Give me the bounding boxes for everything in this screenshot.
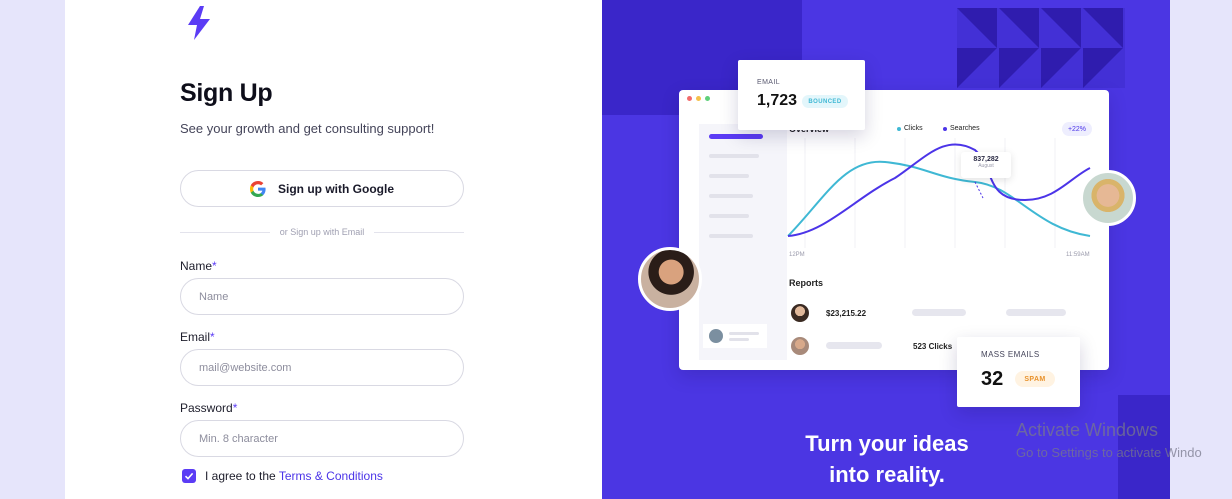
clicks-line (787, 160, 1091, 237)
mini-line (729, 337, 749, 341)
tooltip-month: August (978, 163, 994, 169)
email-label: Email* (180, 330, 215, 344)
promo-tagline: Turn your ideas into reality. (805, 431, 969, 487)
mass-email-card: MASS EMAILS 32 SPAM (957, 337, 1080, 407)
legend-clicks: Clicks (897, 125, 923, 132)
spam-badge: SPAM (1015, 371, 1055, 387)
bg-tile (652, 0, 802, 64)
name-label: Name* (180, 259, 217, 273)
reports-title: Reports (789, 278, 824, 288)
agree-text: I agree to the Terms & Conditions (205, 469, 383, 483)
window-dots (687, 96, 710, 101)
searches-line (787, 143, 1091, 237)
bolt-logo-icon (188, 6, 210, 40)
password-field[interactable] (180, 420, 464, 457)
page-subtitle: See your growth and get consulting suppo… (180, 121, 435, 136)
x-tick-end: 11:59AM (1066, 252, 1090, 258)
overview-chart (787, 138, 1091, 248)
report-amount: $23,215.22 (826, 309, 867, 318)
agree-checkbox[interactable] (182, 469, 196, 483)
report-clicks: 523 Clicks (913, 342, 953, 351)
watermark-subtitle: Go to Settings to activate Windo (1016, 445, 1202, 460)
sidebar-placeholder (709, 234, 753, 238)
divider-line (180, 231, 270, 233)
email-stat-label: EMAIL (757, 79, 781, 86)
bounced-badge: BOUNCED (802, 95, 848, 108)
dashboard-sidebar (699, 124, 787, 360)
man-avatar (1080, 170, 1136, 226)
divider-line (374, 231, 465, 233)
mini-user-card (703, 324, 767, 348)
signup-panel: Sign Up See your growth and get consulti… (65, 0, 602, 499)
legend-searches: Searches (943, 125, 980, 132)
sidebar-placeholder (709, 214, 749, 218)
password-label: Password* (180, 401, 238, 415)
terms-link[interactable]: Terms & Conditions (279, 469, 383, 483)
divider: or Sign up with Email (180, 226, 465, 238)
google-icon (250, 180, 266, 197)
name-field[interactable] (180, 278, 464, 315)
check-icon (184, 472, 194, 480)
divider-text: or Sign up with Email (279, 227, 365, 237)
report-placeholder (1006, 309, 1066, 316)
woman-avatar (638, 247, 702, 311)
email-field[interactable] (180, 349, 464, 386)
sidebar-active-item (709, 134, 763, 139)
report-placeholder (826, 342, 882, 349)
report-placeholder (912, 309, 966, 316)
chart-tooltip: 837,282 August (961, 152, 1011, 178)
mini-line (729, 331, 759, 335)
google-signup-label: Sign up with Google (278, 181, 394, 196)
report-avatar (791, 337, 809, 355)
page-title: Sign Up (180, 79, 273, 107)
sidebar-placeholder (709, 174, 749, 178)
sidebar-placeholder (709, 194, 753, 198)
mini-avatar (709, 329, 723, 343)
triangle-pattern (957, 8, 1123, 88)
sidebar-placeholder (709, 154, 759, 158)
change-badge: +22% (1062, 122, 1092, 136)
mass-email-value: 32 (981, 368, 1004, 390)
email-stat-card: EMAIL 1,723 BOUNCED (738, 60, 865, 130)
google-signup-button[interactable]: Sign up with Google (180, 170, 464, 207)
x-tick-start: 12PM (789, 252, 805, 258)
watermark-title: Activate Windows (1016, 420, 1159, 440)
report-avatar (791, 304, 809, 322)
mass-email-label: MASS EMAILS (981, 350, 1040, 359)
tooltip-value: 837,282 (973, 156, 999, 163)
terms-row: I agree to the Terms & Conditions (182, 469, 383, 483)
dashboard-card: Overview Clicks Searches +22% 837,282 Au… (679, 90, 1109, 370)
windows-activation-watermark: Activate Windows Go to Settings to activ… (1016, 420, 1202, 460)
email-stat-value: 1,723 (757, 92, 798, 109)
